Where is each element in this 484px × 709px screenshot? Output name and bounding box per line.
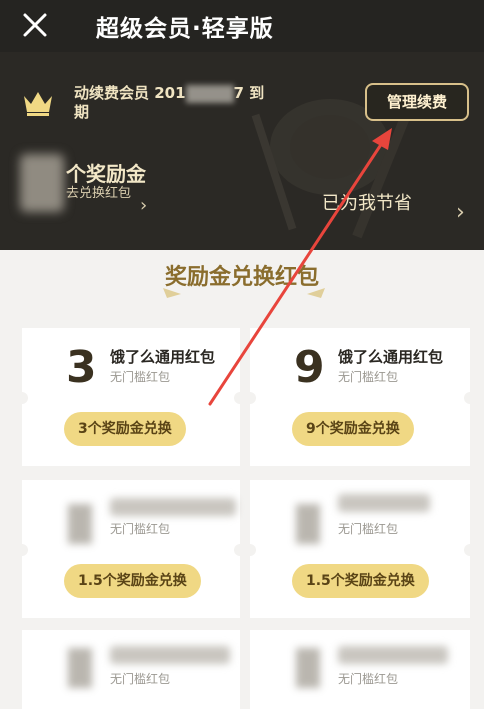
close-icon[interactable] (20, 10, 50, 40)
blurred-coupon-name (338, 646, 448, 664)
coupon-card: 无门槛红包 1.5个奖励金兑换 (244, 480, 476, 618)
exchange-button[interactable]: 1.5个奖励金兑换 (64, 564, 201, 598)
exchange-button[interactable]: 3个奖励金兑换 (64, 412, 186, 446)
membership-hero: 动续费会员 201 7 到 期 管理续费 个奖励金 去兑换红包 › 已为我节省 › (0, 52, 484, 250)
reward-title[interactable]: 个奖励金 (66, 158, 146, 187)
blurred-coupon-name (110, 646, 230, 664)
blurred-amount (296, 648, 320, 688)
blurred-date (185, 84, 234, 103)
coupon-card: 无门槛红包 (22, 630, 240, 709)
manage-renewal-button[interactable]: 管理续费 (365, 83, 469, 121)
coupon-card: 无门槛红包 (250, 630, 470, 709)
coupon-name: 饿了么通用红包 (338, 348, 444, 366)
saved-amount-link[interactable]: 已为我节省 (322, 189, 412, 215)
exchange-button[interactable]: 9个奖励金兑换 (292, 412, 414, 446)
chevron-right-icon[interactable]: › (456, 200, 465, 225)
blurred-reward-count (20, 154, 64, 212)
top-bar: 超级会员·轻享版 (0, 0, 484, 52)
coupon-subtitle: 无门槛红包 (110, 672, 171, 686)
coupon-amount: 9 (294, 342, 325, 393)
background-decor (251, 95, 418, 239)
coupon-subtitle: 无门槛红包 (338, 370, 399, 384)
exchange-button[interactable]: 1.5个奖励金兑换 (292, 564, 429, 598)
membership-expiry: 动续费会员 201 7 到 期 (74, 84, 265, 121)
coupon-card: 无门槛红包 1.5个奖励金兑换 (16, 480, 246, 618)
blurred-amount (296, 504, 320, 544)
blurred-amount (68, 648, 92, 688)
coupon-subtitle: 无门槛红包 (338, 522, 399, 536)
coupon-card: 9 饿了么通用红包 无门槛红包 9个奖励金兑换 (244, 328, 476, 466)
blurred-amount (68, 504, 92, 544)
coupon-subtitle: 无门槛红包 (338, 672, 399, 686)
chevron-right-icon: › (140, 195, 148, 216)
coupon-subtitle: 无门槛红包 (110, 522, 171, 536)
coupon-subtitle: 无门槛红包 (110, 370, 171, 384)
page-title: 超级会员·轻享版 (96, 16, 274, 42)
coupon-name: 饿了么通用红包 (110, 348, 216, 366)
reward-exchange-link[interactable]: 去兑换红包 (66, 186, 136, 202)
blurred-coupon-name (338, 494, 430, 512)
coupon-amount: 3 (66, 342, 97, 393)
decor-leaf-icon (307, 288, 325, 298)
blurred-coupon-name (110, 498, 236, 516)
crown-icon (24, 92, 52, 116)
coupon-card: 3 饿了么通用红包 无门槛红包 3个奖励金兑换 (16, 328, 246, 466)
